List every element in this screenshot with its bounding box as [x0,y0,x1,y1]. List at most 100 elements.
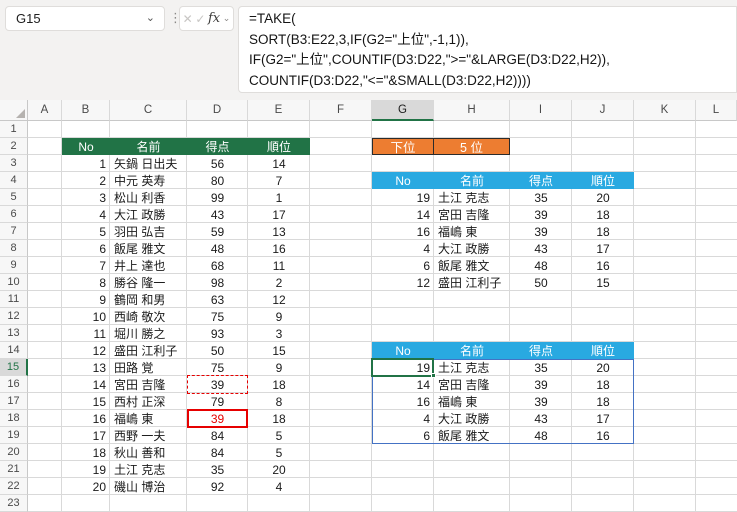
row-header-14[interactable]: 14 [0,342,28,359]
row-header-19[interactable]: 19 [0,427,28,444]
result-table-score-cell[interactable]: 35 [510,189,572,206]
left-table-rank-cell[interactable]: 15 [248,342,310,359]
result-table-name-cell[interactable]: 土江 克志 [434,189,510,206]
left-table-rank-cell[interactable]: 2 [248,274,310,291]
result-table-score-cell[interactable]: 43 [510,410,572,427]
result-table-rank-cell[interactable]: 16 [572,257,634,274]
left-table-score-cell[interactable]: 43 [187,206,248,223]
left-table-no-cell[interactable]: 12 [62,342,110,359]
left-table-name-cell[interactable]: 福嶋 東 [110,410,187,427]
left-table-score-cell[interactable]: 84 [187,427,248,444]
row-header-11[interactable]: 11 [0,291,28,308]
left-table-rank-cell[interactable]: 11 [248,257,310,274]
left-table-name-cell[interactable]: 土江 克志 [110,461,187,478]
left-table-name-cell[interactable]: 西崎 敬次 [110,308,187,325]
left-table-name-cell[interactable]: 井上 達也 [110,257,187,274]
left-table-score-cell[interactable]: 75 [187,359,248,376]
result-table-name-cell[interactable]: 土江 克志 [434,359,510,376]
result-table-rank-cell[interactable]: 18 [572,206,634,223]
column-header-A[interactable]: A [28,100,62,121]
left-table-rank-cell[interactable]: 12 [248,291,310,308]
result-table-rank-cell[interactable]: 16 [572,427,634,444]
result-table-rank-cell[interactable]: 15 [572,274,634,291]
insert-function-icon[interactable]: fx [208,11,220,26]
left-table-name-cell[interactable]: 秋山 善和 [110,444,187,461]
left-table-rank-cell[interactable]: 18 [248,410,310,427]
result-table-no-cell[interactable]: 6 [372,257,434,274]
result-table-name-cell[interactable]: 飯尾 雅文 [434,427,510,444]
column-header-C[interactable]: C [110,100,187,121]
result-table-score-cell[interactable]: 48 [510,427,572,444]
left-table-name-cell[interactable]: 松山 利香 [110,189,187,206]
left-table-score-cell[interactable]: 56 [187,155,248,172]
left-table-score-cell[interactable]: 80 [187,172,248,189]
left-table-rank-cell[interactable]: 20 [248,461,310,478]
left-table-score-cell[interactable]: 63 [187,291,248,308]
left-table-no-cell[interactable]: 2 [62,172,110,189]
row-header-13[interactable]: 13 [0,325,28,342]
column-header-F[interactable]: F [310,100,372,121]
left-table-rank-cell[interactable]: 16 [248,240,310,257]
result-table-no-cell[interactable]: 12 [372,274,434,291]
row-header-21[interactable]: 21 [0,461,28,478]
result-table-no-cell[interactable]: 14 [372,206,434,223]
result-table-header-cell[interactable]: 名前 [434,172,510,189]
column-header-G[interactable]: G [372,100,434,121]
chevron-down-icon[interactable]: ⌄ [223,14,231,23]
left-table-score-cell[interactable]: 68 [187,257,248,274]
left-table-name-cell[interactable]: 堀川 勝之 [110,325,187,342]
row-header-23[interactable]: 23 [0,495,28,512]
left-table-name-cell[interactable]: 勝谷 隆一 [110,274,187,291]
result-table-name-cell[interactable]: 飯尾 雅文 [434,257,510,274]
left-table-score-cell[interactable]: 79 [187,393,248,410]
left-table-no-cell[interactable]: 10 [62,308,110,325]
result-table-rank-cell[interactable]: 18 [572,223,634,240]
left-table-header-cell[interactable]: 得点 [187,138,248,155]
result-table-no-cell[interactable]: 19 [372,359,434,376]
left-table-name-cell[interactable]: 磯山 博治 [110,478,187,495]
left-table-rank-cell[interactable]: 13 [248,223,310,240]
left-table-rank-cell[interactable]: 5 [248,427,310,444]
column-header-K[interactable]: K [634,100,696,121]
left-table-no-cell[interactable]: 1 [62,155,110,172]
result-table-score-cell[interactable]: 39 [510,376,572,393]
result-table-score-cell[interactable]: 48 [510,257,572,274]
row-header-8[interactable]: 8 [0,240,28,257]
result-table-header-cell[interactable]: 順位 [572,172,634,189]
left-table-no-cell[interactable]: 7 [62,257,110,274]
chevron-down-icon[interactable]: ⌄ [146,13,164,24]
column-header-I[interactable]: I [510,100,572,121]
left-table-rank-cell[interactable]: 4 [248,478,310,495]
left-table-score-cell[interactable]: 84 [187,444,248,461]
left-table-no-cell[interactable]: 15 [62,393,110,410]
result-table-no-cell[interactable]: 6 [372,427,434,444]
left-table-score-cell[interactable]: 98 [187,274,248,291]
left-table-score-cell[interactable]: 93 [187,325,248,342]
left-table-score-cell[interactable]: 35 [187,461,248,478]
name-box[interactable]: G15 ⌄ [5,6,165,31]
row-header-18[interactable]: 18 [0,410,28,427]
left-table-no-cell[interactable]: 8 [62,274,110,291]
result-table-rank-cell[interactable]: 20 [572,189,634,206]
left-table-no-cell[interactable]: 6 [62,240,110,257]
left-table-header-cell[interactable]: 順位 [248,138,310,155]
left-table-no-cell[interactable]: 9 [62,291,110,308]
left-table-score-cell[interactable]: 39 [187,376,248,393]
fill-handle[interactable] [431,373,436,378]
left-table-no-cell[interactable]: 16 [62,410,110,427]
left-table-score-cell[interactable]: 39 [187,410,248,427]
row-header-1[interactable]: 1 [0,121,28,138]
left-table-no-cell[interactable]: 13 [62,359,110,376]
row-header-16[interactable]: 16 [0,376,28,393]
row-header-2[interactable]: 2 [0,138,28,155]
formula-input[interactable]: =TAKE( SORT(B3:E22,3,IF(G2="上位",-1,1)), … [238,6,737,93]
result-table-no-cell[interactable]: 4 [372,240,434,257]
left-table-name-cell[interactable]: 羽田 弘吉 [110,223,187,240]
result-table-rank-cell[interactable]: 20 [572,359,634,376]
result-table-rank-cell[interactable]: 17 [572,240,634,257]
column-header-E[interactable]: E [248,100,310,121]
row-header-20[interactable]: 20 [0,444,28,461]
left-table-score-cell[interactable]: 50 [187,342,248,359]
row-header-5[interactable]: 5 [0,189,28,206]
result-table-no-cell[interactable]: 16 [372,393,434,410]
